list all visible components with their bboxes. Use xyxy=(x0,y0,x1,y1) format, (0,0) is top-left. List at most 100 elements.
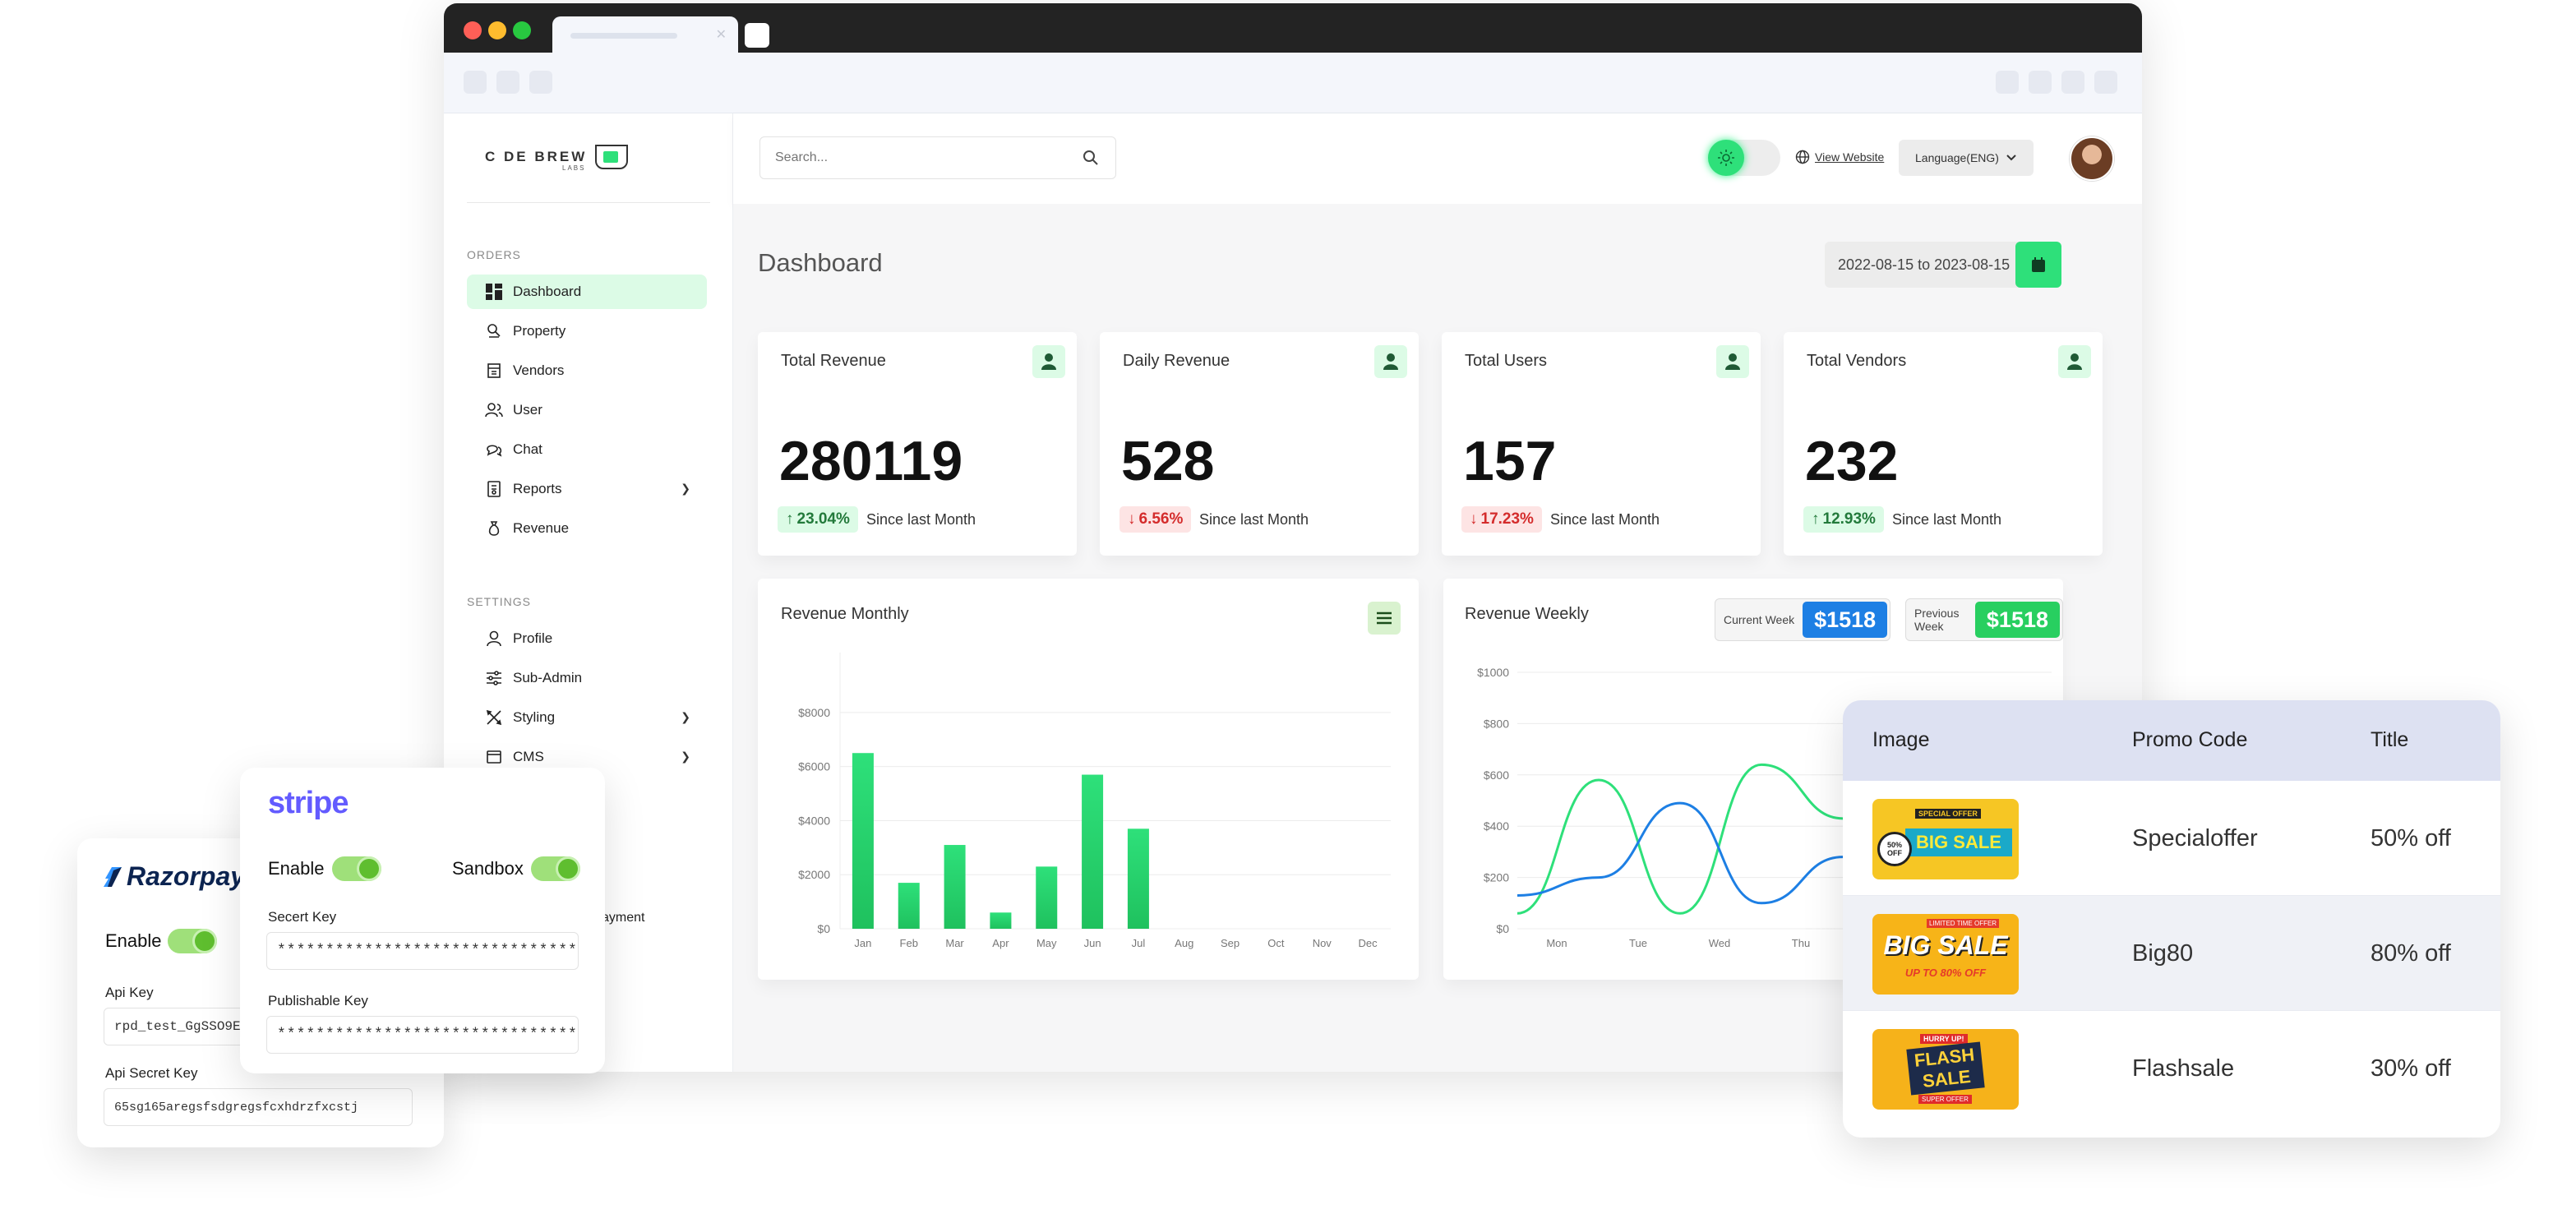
revenue-monthly-card: Revenue Monthly $0 $2000 $4000 $6000 $8000 Ja… xyxy=(758,579,1419,980)
banner-badge: UP TO 80% OFF xyxy=(1904,967,1987,979)
stat-card: Total Revenue 280119 ↑ 23.04% Since last Mon… xyxy=(758,332,1077,556)
users-icon xyxy=(485,401,503,419)
bar-may xyxy=(1036,866,1058,929)
close-window-button[interactable] xyxy=(464,21,482,39)
search-input[interactable] xyxy=(760,137,1056,178)
stat-delta-badge: ↑ 12.93% xyxy=(1803,506,1884,533)
api-secret-key-input[interactable]: 65sg165aregsfsdgregsfcxhdrzfxcstj xyxy=(104,1088,413,1126)
browser-tab[interactable]: ✕ xyxy=(552,16,738,53)
vendors-icon xyxy=(485,362,503,380)
x-tick-label: May xyxy=(1036,937,1057,949)
banner-main-text: FLASH SALE xyxy=(1906,1041,1985,1096)
theme-toggle[interactable] xyxy=(1708,140,1780,176)
reload-button[interactable] xyxy=(529,71,552,94)
sidebar-item-payment-partial[interactable]: ayment xyxy=(602,911,644,925)
calendar-button[interactable] xyxy=(2015,242,2061,288)
sidebar-item-revenue[interactable]: Revenue xyxy=(467,511,707,546)
promo-banner-image: LIMITED TIME OFFER BIG SALE UP TO 80% OF… xyxy=(1872,914,2019,995)
weekly-series-line-1 xyxy=(1517,763,1844,915)
sidebar-item-dashboard[interactable]: Dashboard xyxy=(467,275,707,309)
x-tick-label: Tue xyxy=(1629,937,1647,949)
sidebar-section-orders: ORDERS xyxy=(467,248,521,261)
language-select[interactable]: Language(ENG) xyxy=(1899,140,2034,176)
x-tick-label: Nov xyxy=(1313,937,1332,949)
y-tick-label: $600 xyxy=(1484,768,1509,782)
new-tab-button[interactable] xyxy=(745,23,769,48)
table-row[interactable]: HURRY UP! FLASH SALE SUPER OFFER Flashsa… xyxy=(1843,1011,2500,1126)
stat-delta-badge: ↑ 23.04% xyxy=(778,506,858,533)
forward-button[interactable] xyxy=(496,71,519,94)
revenue-monthly-title: Revenue Monthly xyxy=(781,605,909,623)
back-button[interactable] xyxy=(464,71,487,94)
stat-value: 528 xyxy=(1121,430,1215,492)
sidebar-item-user[interactable]: User xyxy=(467,393,707,427)
stripe-sandbox-toggle[interactable] xyxy=(531,856,580,881)
sidebar-item-sub-admin[interactable]: Sub-Admin xyxy=(467,661,707,695)
language-label: Language(ENG) xyxy=(1915,151,1999,164)
arrow-up-icon: ↑ xyxy=(786,510,794,528)
promo-title-cell: 50% off xyxy=(2371,825,2451,851)
user-icon xyxy=(2058,345,2091,378)
user-icon xyxy=(1374,345,1407,378)
sidebar-item-property[interactable]: Property xyxy=(467,314,707,348)
banner-top-text: LIMITED TIME OFFER xyxy=(1927,919,2000,928)
sidebar-item-profile[interactable]: Profile xyxy=(467,621,707,656)
user-icon xyxy=(1716,345,1749,378)
stat-card: Daily Revenue 528 ↓ 6.56% Since last Month xyxy=(1100,332,1419,556)
profile-icon xyxy=(485,630,503,648)
chat-icon xyxy=(485,441,503,459)
secret-key-input[interactable]: ******************************** xyxy=(266,932,579,970)
razorpay-enable-toggle[interactable] xyxy=(168,929,217,953)
brand-logo[interactable]: C DE BREW LABS xyxy=(485,145,629,172)
stat-delta-value: 17.23% xyxy=(1480,510,1534,528)
sidebar-item-styling[interactable]: Styling ❯ xyxy=(467,700,707,735)
x-tick-label: Jun xyxy=(1084,937,1101,949)
table-row[interactable]: SPECIAL OFFER BIG SALE 50% OFF Specialof… xyxy=(1843,781,2500,896)
minimize-window-button[interactable] xyxy=(488,21,506,39)
publishable-key-input[interactable]: ******************************** xyxy=(266,1016,579,1054)
maximize-window-button[interactable] xyxy=(513,21,531,39)
sidebar-item-label: User xyxy=(513,402,542,418)
arrow-down-icon: ↓ xyxy=(1128,510,1136,528)
chevron-right-icon: ❯ xyxy=(681,750,690,763)
previous-week-pill: Previous Week $1518 xyxy=(1905,598,2063,641)
x-tick-label: Wed xyxy=(1709,937,1731,949)
search-icon[interactable] xyxy=(1083,150,1099,170)
tab-close-icon[interactable]: ✕ xyxy=(716,26,727,43)
chart-menu-button[interactable] xyxy=(1368,602,1401,635)
stat-label: Daily Revenue xyxy=(1123,352,1230,370)
banner-badge: 50% OFF xyxy=(1877,832,1912,866)
toolbar-extension-3[interactable] xyxy=(2061,71,2084,94)
bar-mar xyxy=(944,845,966,929)
sidebar-item-chat[interactable]: Chat xyxy=(467,432,707,467)
stripe-enable-toggle[interactable] xyxy=(332,856,381,881)
razorpay-brand: Razorpay xyxy=(127,861,246,891)
view-website-link[interactable]: View Website xyxy=(1795,150,1884,164)
razorpay-logo: Razorpay xyxy=(104,861,245,892)
promo-table-header: Image Promo Code Title xyxy=(1843,700,2500,781)
money-bag-icon xyxy=(485,519,503,538)
stat-delta-badge: ↓ 6.56% xyxy=(1119,506,1192,533)
user-avatar[interactable] xyxy=(2070,136,2114,181)
y-tick-label: $200 xyxy=(1484,871,1509,884)
header-title: Title xyxy=(2371,728,2409,751)
sidebar-item-reports[interactable]: Reports ❯ xyxy=(467,472,707,506)
logo-text: C DE BREW xyxy=(485,149,588,164)
stat-since-label: Since last Month xyxy=(1892,511,2002,528)
api-key-label: Api Key xyxy=(105,985,154,1000)
x-tick-label: Dec xyxy=(1359,937,1378,949)
chevron-right-icon: ❯ xyxy=(681,710,690,723)
toolbar-menu[interactable] xyxy=(2094,71,2117,94)
browser-toolbar xyxy=(444,53,2142,113)
toolbar-extension-2[interactable] xyxy=(2029,71,2052,94)
sun-icon xyxy=(1708,140,1744,176)
promo-title-cell: 30% off xyxy=(2371,1055,2451,1082)
toolbar-extension-1[interactable] xyxy=(1996,71,2019,94)
header-promo-code: Promo Code xyxy=(2132,728,2248,751)
table-row[interactable]: LIMITED TIME OFFER BIG SALE UP TO 80% OF… xyxy=(1843,896,2500,1011)
sidebar-item-vendors[interactable]: Vendors xyxy=(467,353,707,388)
x-tick-label: Mar xyxy=(945,937,964,949)
y-tick-label: $800 xyxy=(1484,717,1509,730)
user-icon xyxy=(1032,345,1065,378)
tab-title-placeholder xyxy=(570,33,677,39)
